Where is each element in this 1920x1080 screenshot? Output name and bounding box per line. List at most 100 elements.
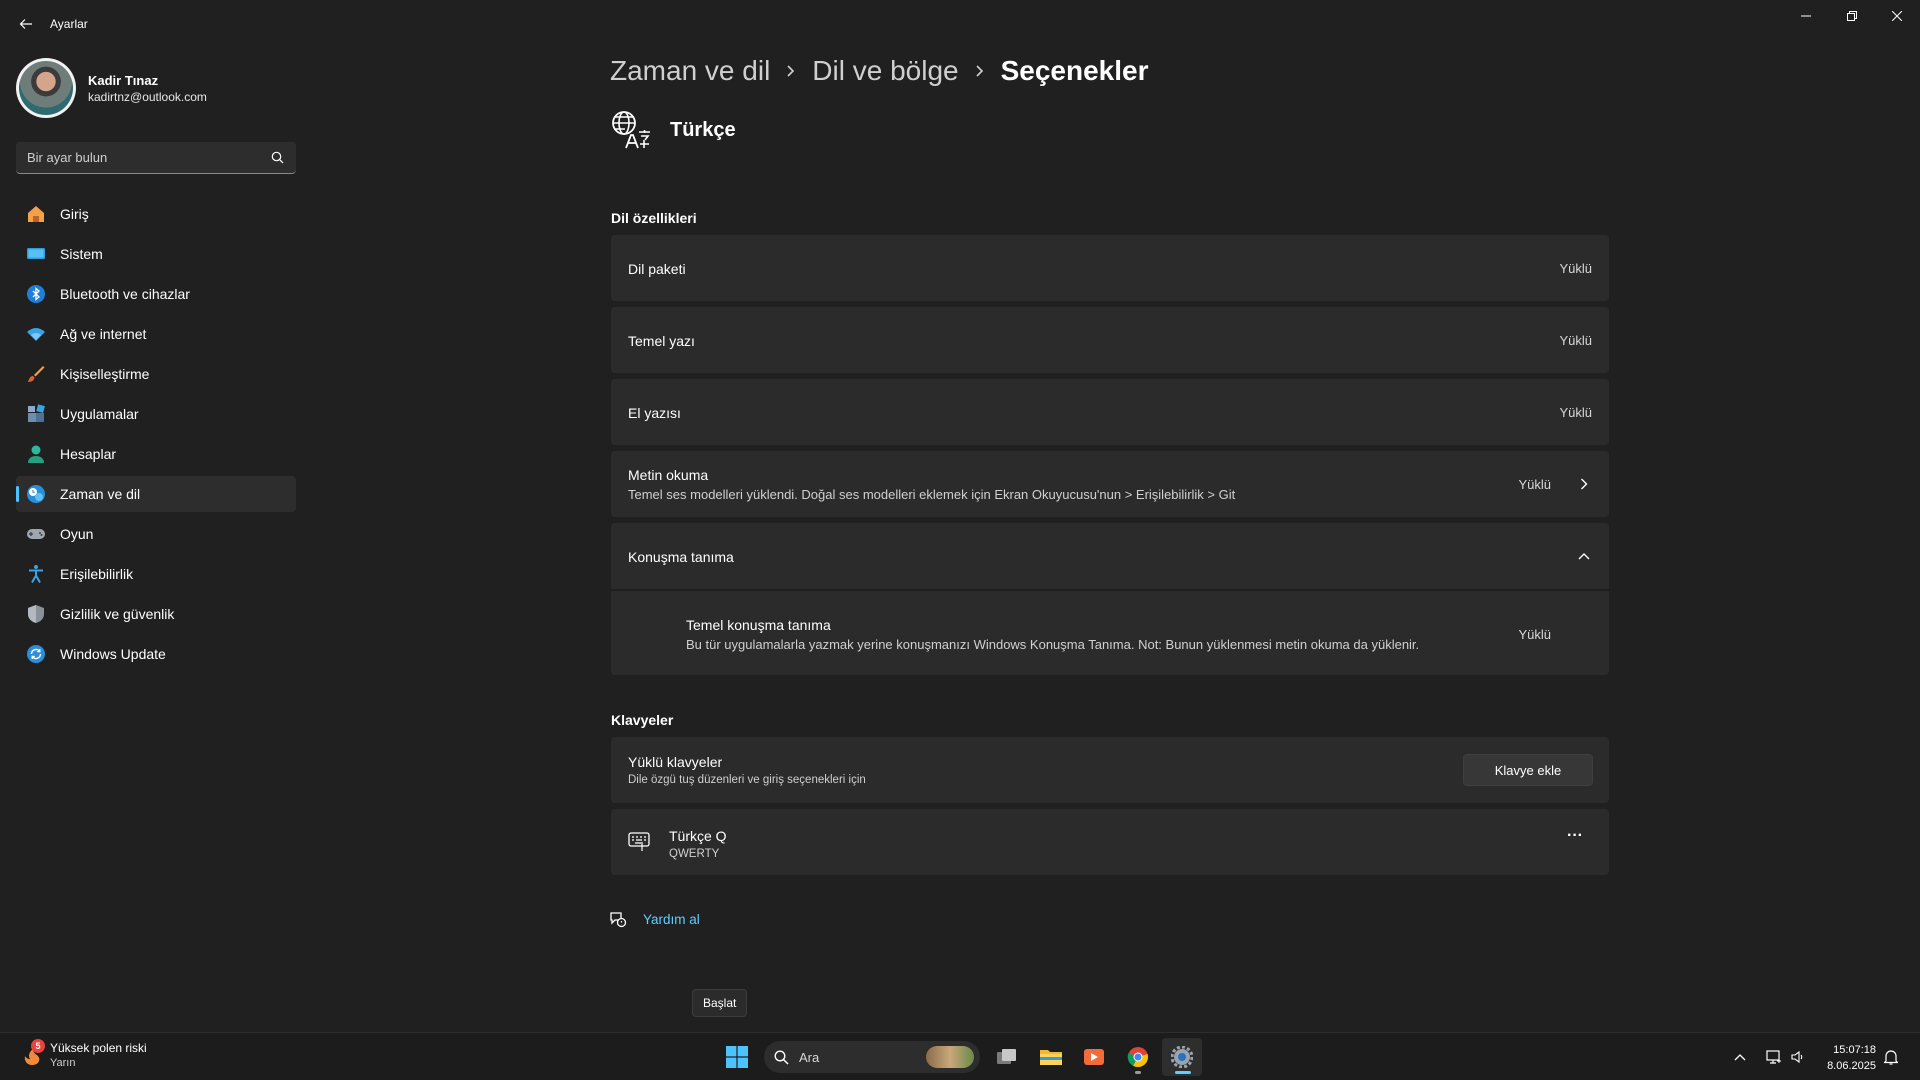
card-text-to-speech[interactable]: Metin okuma Temel ses modelleri yüklendi… xyxy=(611,451,1609,517)
search-input[interactable] xyxy=(27,150,257,165)
gamepad-icon xyxy=(26,524,46,544)
sidebar-item-label: Kişiselleştirme xyxy=(60,366,150,382)
shield-icon xyxy=(26,604,46,624)
card-title: Konuşma tanıma xyxy=(628,549,734,565)
page-title: Seçenekler xyxy=(1000,55,1149,86)
close-button[interactable] xyxy=(1874,0,1920,32)
language-icon xyxy=(612,111,650,149)
profile-name: Kadir Tınaz xyxy=(88,72,159,88)
card-subtitle: Temel ses modelleri yüklendi. Doğal ses … xyxy=(628,487,1236,502)
brush-icon xyxy=(26,364,46,384)
minimize-button[interactable] xyxy=(1783,0,1829,32)
home-icon xyxy=(26,204,46,224)
status-text: Yüklü xyxy=(1518,477,1551,492)
weather-widget[interactable]: 5 Yüksek polen riski Yarın xyxy=(20,1039,147,1069)
notifications-button[interactable] xyxy=(1884,1033,1898,1080)
sidebar-item-label: Gizlilik ve güvenlik xyxy=(60,606,175,622)
card-language-pack: Dil paketi Yüklü xyxy=(611,235,1609,301)
sidebar-item-personalization[interactable]: Kişiselleştirme xyxy=(16,356,296,392)
task-view-button[interactable] xyxy=(987,1038,1027,1076)
sidebar-item-apps[interactable]: Uygulamalar xyxy=(16,396,296,432)
sidebar-item-label: Erişilebilirlik xyxy=(60,566,134,582)
tray-overflow-button[interactable] xyxy=(1734,1033,1746,1080)
card-title: Metin okuma xyxy=(628,467,709,483)
search-icon xyxy=(774,1049,789,1065)
minimize-icon xyxy=(1801,15,1811,17)
wifi-icon xyxy=(26,324,46,344)
sidebar-item-gaming[interactable]: Oyun xyxy=(16,516,296,552)
task-view-icon xyxy=(997,1049,1016,1064)
sidebar-item-label: Zaman ve dil xyxy=(60,486,141,502)
back-button[interactable] xyxy=(14,12,38,36)
sidebar-item-label: Sistem xyxy=(60,246,103,262)
breadcrumb-item-language-region[interactable]: Dil ve bölge xyxy=(812,55,958,87)
add-keyboard-button[interactable]: Klavye ekle xyxy=(1463,754,1593,786)
more-options-button[interactable]: ··· xyxy=(1567,827,1583,845)
help-icon xyxy=(610,912,627,928)
chevron-up-icon[interactable] xyxy=(1577,551,1591,561)
sidebar-item-accounts[interactable]: Hesaplar xyxy=(16,436,296,472)
running-indicator xyxy=(1135,1071,1141,1074)
time-language-icon xyxy=(26,484,46,504)
divider xyxy=(611,589,1609,591)
card-title: El yazısı xyxy=(628,405,681,421)
user-profile[interactable]: Kadir Tınaz kadirtnz@outlook.com xyxy=(16,58,207,118)
accessibility-icon xyxy=(26,564,46,584)
help-row: Yardım al xyxy=(609,910,700,928)
folder-icon xyxy=(1040,1050,1062,1065)
taskbar-search[interactable]: Ara xyxy=(764,1041,980,1073)
network-button[interactable] xyxy=(1766,1033,1782,1080)
settings-search xyxy=(16,142,296,174)
clock[interactable]: 15:07:18 8.06.2025 xyxy=(1816,1042,1876,1074)
sidebar-item-network[interactable]: Ağ ve internet xyxy=(16,316,296,352)
start-button[interactable] xyxy=(717,1038,757,1076)
keyboard-layout: QWERTY xyxy=(669,848,720,860)
sidebar-item-label: Giriş xyxy=(60,206,89,222)
breadcrumb-item-time-language[interactable]: Zaman ve dil xyxy=(610,55,770,87)
keyboard-icon xyxy=(628,832,650,851)
volume-icon xyxy=(1791,1050,1803,1064)
media-player-icon xyxy=(1084,1049,1104,1065)
volume-button[interactable] xyxy=(1791,1033,1805,1080)
title-bar: Ayarlar xyxy=(0,0,1920,48)
keyboard-name: Türkçe Q xyxy=(669,828,727,844)
avatar xyxy=(16,58,76,118)
apps-icon xyxy=(26,404,46,424)
card-basic-typing: Temel yazı Yüklü xyxy=(611,307,1609,373)
get-help-link[interactable]: Yardım al xyxy=(643,912,700,927)
sidebar-item-time-language[interactable]: Zaman ve dil xyxy=(16,476,296,512)
settings-app-button[interactable] xyxy=(1162,1038,1202,1076)
card-title: Temel konuşma tanıma xyxy=(686,617,831,633)
bluetooth-icon xyxy=(26,284,46,304)
section-title-language-features: Dil özellikleri xyxy=(611,210,697,226)
sidebar-item-windows-update[interactable]: Windows Update xyxy=(16,636,296,672)
file-explorer-button[interactable] xyxy=(1031,1038,1071,1076)
sidebar-item-label: Bluetooth ve cihazlar xyxy=(60,286,190,302)
chevron-up-icon xyxy=(1734,1054,1746,1061)
chevron-right-icon xyxy=(787,65,795,77)
app-title: Ayarlar xyxy=(50,17,88,31)
chrome-icon xyxy=(1127,1047,1148,1068)
speech-recognition-header[interactable]: Konuşma tanıma xyxy=(611,523,1609,589)
status-text: Yüklü xyxy=(1559,405,1592,420)
sidebar-item-bluetooth[interactable]: Bluetooth ve cihazlar xyxy=(16,276,296,312)
weather-badge: 5 xyxy=(31,1039,45,1053)
card-subtitle: Dile özgü tuş düzenleri ve giriş seçenek… xyxy=(628,774,866,786)
sidebar-item-home[interactable]: Giriş xyxy=(16,196,296,232)
restore-button[interactable] xyxy=(1829,0,1875,32)
sidebar-item-system[interactable]: Sistem xyxy=(16,236,296,272)
search-icon[interactable] xyxy=(271,151,284,164)
card-keyboard-turkish-q: Türkçe Q QWERTY ··· xyxy=(611,809,1609,875)
section-title-keyboards: Klavyeler xyxy=(611,712,674,728)
chrome-button[interactable] xyxy=(1118,1038,1158,1076)
card-speech-recognition: Konuşma tanıma Temel konuşma tanıma Bu t… xyxy=(611,523,1609,675)
sidebar-nav: Giriş Sistem Bluetooth ve cihazlar Ağ ve… xyxy=(16,196,296,676)
media-player-button[interactable] xyxy=(1074,1038,1114,1076)
sidebar-item-privacy[interactable]: Gizlilik ve güvenlik xyxy=(16,596,296,632)
sidebar-item-accessibility[interactable]: Erişilebilirlik xyxy=(16,556,296,592)
status-text: Yüklü xyxy=(1559,261,1592,276)
update-icon xyxy=(26,644,46,664)
gear-icon xyxy=(1171,1046,1193,1068)
start-tooltip: Başlat xyxy=(692,989,748,1017)
clock-time: 15:07:18 xyxy=(1833,1044,1876,1056)
